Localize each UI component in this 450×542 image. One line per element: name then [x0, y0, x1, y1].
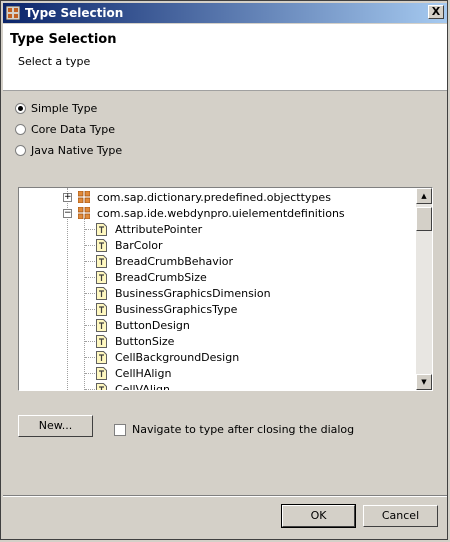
tree-guide-line	[85, 293, 95, 294]
app-icon	[6, 6, 20, 20]
type-item[interactable]: BusinessGraphicsDimension	[96, 285, 271, 301]
tree-guide-line	[85, 229, 95, 230]
tree-guide-line	[85, 325, 95, 326]
type-label: CellHAlign	[115, 366, 172, 380]
package-label: com.sap.ide.webdynpro.uielementdefinitio…	[97, 206, 345, 220]
radio-button[interactable]	[15, 123, 26, 135]
type-selection-dialog: Type Selection X Type Selection Select a…	[0, 0, 448, 540]
simple-type-icon	[96, 238, 107, 252]
ok-button[interactable]: OK	[281, 504, 356, 528]
collapse-icon[interactable]: −	[63, 208, 72, 218]
type-label: BusinessGraphicsType	[115, 302, 238, 316]
radio-java-native-type[interactable]: Java Native Type	[15, 142, 122, 158]
radio-label: Simple Type	[31, 101, 98, 115]
tree-viewport: + com.sap.dictionary.predefined.objectty…	[19, 188, 416, 390]
radio-button[interactable]	[15, 144, 26, 156]
tree-guide-line	[85, 373, 95, 374]
scroll-up-button[interactable]: ▲	[416, 188, 432, 204]
header-subtitle: Select a type	[18, 55, 91, 68]
tree-guide-line	[85, 389, 95, 390]
arrow-up-icon: ▲	[421, 192, 427, 200]
type-item[interactable]: BarColor	[96, 237, 163, 253]
radio-label: Java Native Type	[31, 143, 123, 157]
navigate-checkbox[interactable]	[114, 423, 126, 436]
type-label: BreadCrumbBehavior	[115, 254, 234, 268]
cancel-button[interactable]: Cancel	[363, 505, 438, 527]
type-item[interactable]: CellBackgroundDesign	[96, 349, 239, 365]
radio-button[interactable]	[15, 102, 26, 114]
dialog-header: Type Selection Select a type	[3, 24, 447, 91]
type-label: ButtonDesign	[115, 318, 190, 332]
tree-guide-line	[85, 341, 95, 342]
navigate-label: Navigate to type after closing the dialo…	[132, 423, 355, 436]
type-item[interactable]: ButtonSize	[96, 333, 174, 349]
simple-type-icon	[96, 366, 107, 380]
simple-type-icon	[96, 254, 107, 268]
tree-guide-line	[84, 218, 85, 390]
window-title: Type Selection	[25, 6, 124, 20]
simple-type-icon	[96, 302, 107, 316]
navigate-option[interactable]: Navigate to type after closing the dialo…	[114, 423, 354, 436]
vertical-scrollbar[interactable]: ▲ ▼	[416, 188, 432, 390]
arrow-down-icon: ▼	[421, 378, 427, 386]
type-item[interactable]: BreadCrumbBehavior	[96, 253, 233, 269]
package-label: com.sap.dictionary.predefined.objecttype…	[97, 190, 331, 204]
radio-label: Core Data Type	[31, 122, 115, 136]
type-label: BusinessGraphicsDimension	[115, 286, 271, 300]
type-item[interactable]: CellHAlign	[96, 365, 171, 381]
close-button[interactable]: X	[428, 5, 444, 19]
simple-type-icon	[96, 382, 107, 390]
tree-package-row[interactable]: − com.sap.ide.webdynpro.uielementdefinit…	[63, 205, 345, 221]
simple-type-icon	[96, 222, 107, 236]
simple-type-icon	[96, 334, 107, 348]
simple-type-icon	[96, 286, 107, 300]
type-item[interactable]: ButtonDesign	[96, 317, 190, 333]
type-item[interactable]: CellVAlign	[96, 381, 170, 390]
package-icon	[78, 191, 90, 203]
type-label: AttributePointer	[115, 222, 203, 236]
type-item[interactable]: BusinessGraphicsType	[96, 301, 237, 317]
type-label: ButtonSize	[115, 334, 175, 348]
tree-guide-line	[85, 277, 95, 278]
type-item[interactable]: AttributePointer	[96, 221, 202, 237]
simple-type-icon	[96, 350, 107, 364]
radio-simple-type[interactable]: Simple Type	[15, 100, 97, 116]
tree-package-row[interactable]: + com.sap.dictionary.predefined.objectty…	[63, 189, 331, 205]
package-icon	[78, 207, 90, 219]
type-label: CellBackgroundDesign	[115, 350, 240, 364]
tree-guide-line	[85, 357, 95, 358]
scroll-thumb[interactable]	[416, 207, 432, 231]
tree-guide-line	[85, 245, 95, 246]
tree-guide-line	[85, 309, 95, 310]
header-title: Type Selection	[10, 32, 117, 47]
simple-type-icon	[96, 318, 107, 332]
scroll-down-button[interactable]: ▼	[416, 374, 432, 390]
radio-core-data-type[interactable]: Core Data Type	[15, 121, 115, 137]
tree-guide-line	[85, 261, 95, 262]
type-tree[interactable]: + com.sap.dictionary.predefined.objectty…	[18, 187, 433, 391]
close-icon: X	[431, 5, 441, 18]
title-bar[interactable]: Type Selection X	[3, 3, 447, 23]
type-label: BarColor	[115, 238, 163, 252]
type-item[interactable]: BreadCrumbSize	[96, 269, 207, 285]
type-label: CellVAlign	[115, 382, 170, 391]
simple-type-icon	[96, 270, 107, 284]
type-label: BreadCrumbSize	[115, 270, 207, 284]
new-button[interactable]: New...	[18, 415, 93, 437]
expand-icon[interactable]: +	[63, 192, 72, 202]
button-bar-separator	[3, 495, 447, 497]
